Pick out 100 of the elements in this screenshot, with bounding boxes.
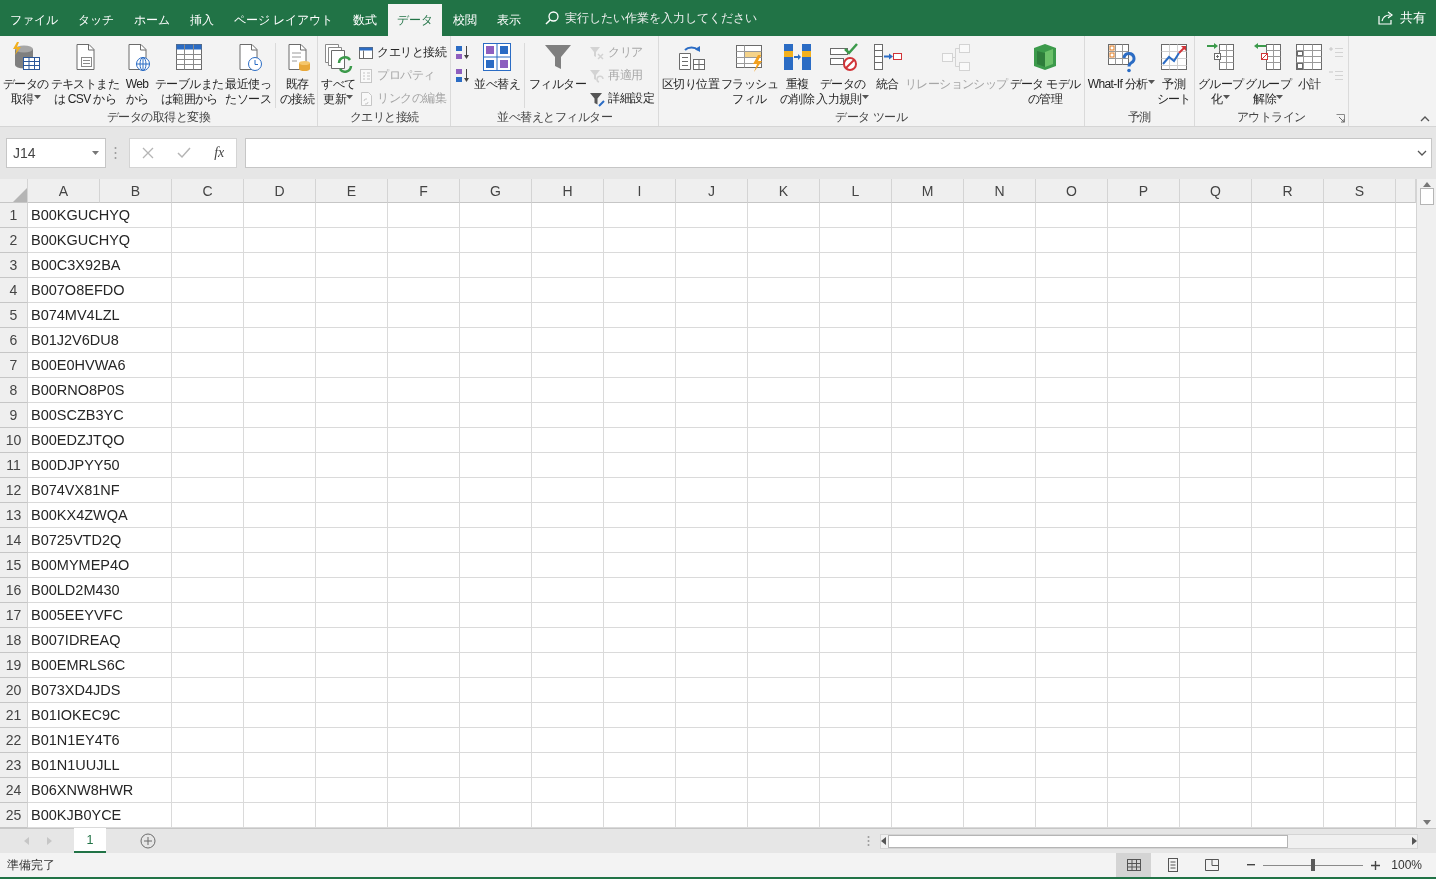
scrollbar-thumb[interactable] [888,834,1288,848]
column-header[interactable]: S [1324,179,1396,203]
ribbon-button[interactable]: データ モデル の管理 [1008,39,1082,110]
row-header[interactable]: 4 [0,278,28,303]
row-header[interactable]: 2 [0,228,28,253]
row-header[interactable]: 23 [0,753,28,778]
row-header[interactable]: 9 [0,403,28,428]
column-header[interactable]: I [604,179,676,203]
row-header[interactable]: 10 [0,428,28,453]
search-field[interactable]: 実行したい作業を入力してください [565,12,866,24]
ribbon-tab[interactable]: ホーム [125,4,179,36]
ribbon-button[interactable]: すべて 更新 [320,39,357,110]
ribbon-tab[interactable]: 数式 [344,4,387,36]
expand-icon[interactable] [1417,150,1427,156]
view-button[interactable] [1116,853,1151,877]
column-header[interactable]: G [460,179,532,203]
row-header[interactable]: 13 [0,503,28,528]
ribbon-button[interactable]: クエリと接続 [356,41,449,64]
insert-function-button[interactable]: fx [214,145,225,161]
row-header[interactable]: 3 [0,253,28,278]
row-header[interactable]: 15 [0,553,28,578]
row-header[interactable]: 16 [0,578,28,603]
column-header[interactable]: R [1252,179,1324,203]
ribbon-button[interactable]: フィルター [528,39,588,110]
ribbon-tab[interactable]: 校閲 [444,4,487,36]
add-sheet-icon[interactable] [140,833,156,849]
ribbon-button[interactable]: テーブルまた は範囲から [154,39,225,110]
sort-icon [481,41,514,73]
row-header[interactable]: 7 [0,353,28,378]
row-header[interactable]: 18 [0,628,28,653]
row-header[interactable]: 12 [0,478,28,503]
row-header[interactable]: 17 [0,603,28,628]
ribbon-button[interactable]: 小計 [1292,39,1327,110]
ribbon-tab[interactable]: 挿入 [181,4,223,36]
ribbon-button[interactable]: 予測 シート [1155,39,1192,110]
column-header[interactable]: A [28,179,100,203]
ribbon-tab[interactable]: データ [388,4,443,36]
row-header[interactable]: 19 [0,653,28,678]
ribbon-button[interactable]: 詳細設定 [587,87,657,110]
ribbon-button[interactable]: What-If 分析 [1086,39,1156,110]
column-header[interactable]: D [244,179,316,203]
ribbon-tab[interactable]: ファイル [1,4,67,36]
row-header[interactable]: 22 [0,728,28,753]
column-header[interactable]: L [820,179,892,203]
row-header[interactable]: 5 [0,303,28,328]
ribbon-button[interactable]: 最近使っ たソース [224,39,273,110]
ribbon-button[interactable]: データの 取得 [2,39,50,110]
vertical-scrollbar[interactable] [1416,179,1436,828]
row-header[interactable]: 8 [0,378,28,403]
share-button[interactable]: 共有 [1370,0,1436,36]
cancel-icon[interactable] [141,147,154,159]
ribbon-tab[interactable]: タッチ [69,4,123,36]
ribbon-tab[interactable]: 表示 [488,4,531,36]
column-header[interactable]: Q [1180,179,1252,203]
zoom-in-icon[interactable] [1371,860,1380,870]
column-header[interactable]: O [1036,179,1108,203]
sheet-tab[interactable]: 1 [74,828,106,853]
dialog-launcher-icon[interactable] [1336,114,1346,123]
collapse-ribbon-icon[interactable] [1420,116,1430,122]
scroll-down-icon[interactable] [1422,820,1431,825]
scroll-left-icon[interactable] [881,837,886,845]
horizontal-scrollbar[interactable] [880,833,1418,849]
row-header[interactable]: 25 [0,803,28,828]
column-header[interactable]: B [100,179,172,203]
slider-thumb[interactable] [1311,859,1315,871]
column-header[interactable]: C [172,179,244,203]
column-header[interactable]: E [316,179,388,203]
row-header[interactable]: 6 [0,328,28,353]
row-header[interactable]: 24 [0,778,28,803]
name-box[interactable]: J14 [6,138,106,168]
ribbon-tab[interactable]: ページ レイアウト [225,4,343,36]
formula-field[interactable] [245,138,1432,168]
column-header[interactable]: P [1108,179,1180,203]
ribbon-button[interactable]: グループ 解除 [1244,39,1293,110]
ribbon-button[interactable]: 区切り位置 [661,39,721,110]
column-header[interactable]: F [388,179,460,203]
check-icon[interactable] [176,147,191,159]
column-header[interactable]: K [748,179,820,203]
row-header[interactable]: 11 [0,453,28,478]
row-header[interactable]: 14 [0,528,28,553]
ribbon-button[interactable]: 統合 [869,39,904,110]
ribbon-button[interactable]: テキストまた は CSV から [49,39,120,110]
column-header[interactable]: N [964,179,1036,203]
column-header[interactable]: H [532,179,604,203]
ribbon-button[interactable]: 既存 の接続 [279,39,316,110]
column-header[interactable]: M [892,179,964,203]
column-header[interactable]: J [676,179,748,203]
zoom-level[interactable]: 100% [1386,858,1436,872]
row-header[interactable]: 21 [0,703,28,728]
ribbon-button[interactable]: データの 入力規則 [815,39,870,110]
ribbon-button[interactable]: グループ 化 [1196,39,1245,110]
row-header[interactable]: 20 [0,678,28,703]
group-label: データ ツール [835,110,908,126]
ribbon-button[interactable]: Web から [120,39,154,110]
row-header[interactable]: 1 [0,203,28,228]
ribbon-button[interactable]: フラッシュ フィル [720,39,780,110]
ribbon-button[interactable]: 重複 の削除 [779,39,816,110]
ribbon-button[interactable]: 並べ替え [473,39,522,110]
scrollbar-thumb[interactable] [1419,188,1434,205]
scroll-right-icon[interactable] [1412,837,1417,845]
